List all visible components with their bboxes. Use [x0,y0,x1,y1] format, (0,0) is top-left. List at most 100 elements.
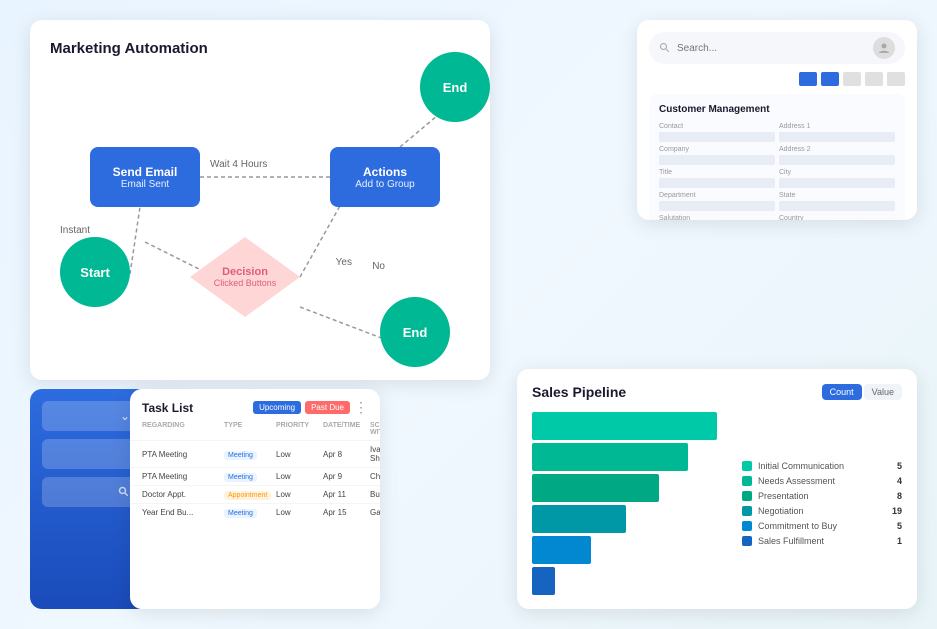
toolbar-btn-4[interactable] [865,72,883,86]
send-email-box[interactable]: Send Email Email Sent [90,147,200,207]
form-row-contact: Contact [659,123,775,142]
table-row[interactable]: PTA Meeting Meeting Low Apr 9 Charlie Al… [130,467,380,485]
th-scheduled: SCHEDULED WITH [370,422,380,436]
user-avatar [873,37,895,59]
th-datetime: DATE/TIME [323,422,368,436]
crm-card: Customer Management Contact Address 1 Co… [637,20,917,220]
td-priority: Low [276,508,321,517]
legend-item-5: Commitment to Buy 5 [742,521,902,531]
pipeline-legend: Initial Communication 5 Needs Assessment… [742,412,902,595]
form-row-salutation: Salutation [659,215,775,220]
legend-dot-3 [742,491,752,501]
td-datetime: Apr 9 [323,472,368,481]
td-priority: Low [276,490,321,499]
td-regarding: Doctor Appt. [142,490,222,499]
pipeline-title: Sales Pipeline [532,384,626,400]
table-row[interactable]: PTA Meeting Meeting Low Apr 8 Ivan A. Sh… [130,440,380,467]
form-row-address2: Address 2 [779,146,895,165]
td-scheduled: Buck Turgiston [370,490,380,499]
th-type: TYPE [224,422,274,436]
customer-mgmt-title: Customer Management [659,104,895,115]
legend-item-3: Presentation 8 [742,491,902,501]
crm-toolbar [649,72,905,86]
toggle-count[interactable]: Count [822,384,862,400]
funnel-chart [532,412,727,595]
sidebar-input-2[interactable] [42,439,138,469]
no-label: No [372,261,385,272]
td-regarding: PTA Meeting [142,450,222,459]
customer-form: Contact Address 1 Company Address 2 Titl… [659,123,895,220]
td-priority: Low [276,450,321,459]
td-type: Meeting [224,450,274,459]
funnel-bar-6 [532,567,555,595]
table-row[interactable]: Doctor Appt. Appointment Low Apr 11 Buck… [130,485,380,503]
tasklist-title: Task List [142,401,193,415]
td-type: Meeting [224,508,274,517]
td-priority: Low [276,472,321,481]
td-type: Appointment [224,490,274,499]
pipeline-toggle: Count Value [822,384,902,400]
funnel-bar-5 [532,536,591,564]
toolbar-btn-5[interactable] [887,72,905,86]
td-datetime: Apr 8 [323,450,368,459]
funnel-bar-1 [532,412,717,440]
legend-item-6: Sales Fulfillment 1 [742,536,902,546]
form-row-dept: Department [659,192,775,211]
crm-search-input[interactable] [677,43,867,54]
table-row[interactable]: Year End Bu... Meeting Low Apr 15 Garnet… [130,503,380,521]
tab-upcoming[interactable]: Upcoming [253,401,301,414]
flow-start: Start [60,237,130,307]
sidebar-dropdown[interactable]: ⌄ [42,401,138,431]
legend-item-2: Needs Assessment 4 [742,476,902,486]
customer-mgmt-card: Customer Management Contact Address 1 Co… [649,94,905,220]
tasklist-tabs: Upcoming Past Due ⋮ [253,399,368,416]
td-scheduled: Garneth Crom [370,508,380,517]
automation-card: Marketing Automation Start [30,20,490,380]
decision-box[interactable]: Decision Clicked Buttons [190,237,300,317]
form-row-company: Company [659,146,775,165]
pipeline-header: Sales Pipeline Count Value [532,384,902,400]
flow-area: Start Send Email Email Sent Wait 4 Hours… [50,77,470,377]
legend-dot-1 [742,461,752,471]
toolbar-btn-3[interactable] [843,72,861,86]
td-type: Meeting [224,472,274,481]
td-scheduled: Ivan A. Shakspick [370,445,380,463]
end-top: End [420,52,490,122]
legend-dot-5 [742,521,752,531]
end-bottom: End [380,297,450,367]
legend-item-4: Negotiation 19 [742,506,902,516]
legend-dot-4 [742,506,752,516]
actions-box[interactable]: Actions Add to Group [330,147,440,207]
chevron-down-icon: ⌄ [120,409,130,423]
tab-pastdue[interactable]: Past Due [305,401,350,414]
th-regarding: REGARDING [142,422,222,436]
tasklist-table-header: REGARDING TYPE PRIORITY DATE/TIME SCHEDU… [130,422,380,440]
funnel-bar-2 [532,443,688,471]
td-scheduled: Charlie Altrul [370,472,380,481]
funnel-bar-3 [532,474,659,502]
legend-dot-6 [742,536,752,546]
legend-item-1: Initial Communication 5 [742,461,902,471]
instant-label: Instant [60,225,90,236]
td-regarding: PTA Meeting [142,472,222,481]
pipeline-content: Initial Communication 5 Needs Assessment… [532,412,902,595]
td-datetime: Apr 11 [323,490,368,499]
sidebar-search-icon [118,486,130,498]
form-row-state: State [779,192,895,211]
tasklist-more[interactable]: ⋮ [354,399,368,416]
yes-label: Yes [336,257,352,268]
sidebar-search[interactable] [42,477,138,507]
form-row-city: City [779,169,895,188]
pipeline-card: Sales Pipeline Count Value Initial Commu… [517,369,917,609]
toolbar-btn-1[interactable] [799,72,817,86]
td-regarding: Year End Bu... [142,508,222,517]
funnel-bar-4 [532,505,626,533]
crm-search-bar [649,32,905,64]
wait-label: Wait 4 Hours [210,159,267,170]
toolbar-btn-2[interactable] [821,72,839,86]
tasklist-card: Task List Upcoming Past Due ⋮ REGARDING … [130,389,380,609]
td-datetime: Apr 15 [323,508,368,517]
toggle-value[interactable]: Value [864,384,902,400]
form-row-address1: Address 1 [779,123,895,142]
form-row-country: Country [779,215,895,220]
